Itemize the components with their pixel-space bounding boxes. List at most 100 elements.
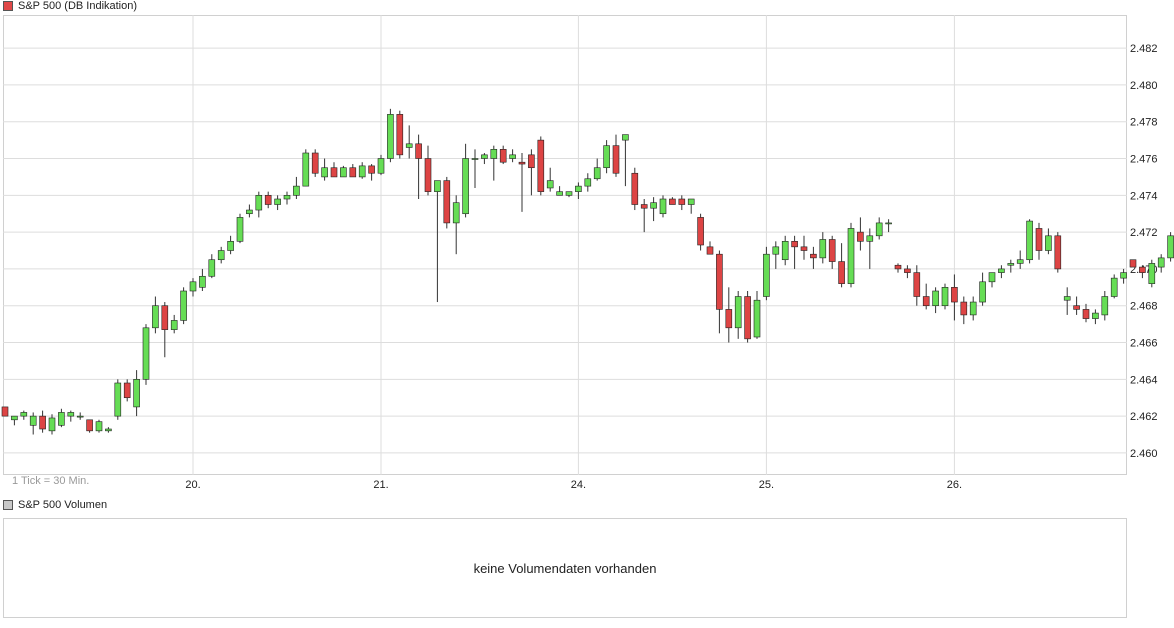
candle-body [1073, 305, 1080, 310]
y-tick-label: 2.466 [1130, 338, 1158, 350]
candle-body [734, 296, 742, 329]
candle-body [396, 114, 404, 156]
candle-body [1092, 312, 1099, 319]
candle-body [199, 275, 206, 288]
y-tick-label: 2.476 [1130, 154, 1158, 166]
candle-body [828, 239, 836, 262]
candle-body [913, 272, 921, 297]
candle-body [1157, 257, 1165, 268]
candle-body [706, 246, 714, 255]
candle-body [405, 143, 413, 148]
candle-body [763, 253, 770, 297]
candle-body [340, 167, 347, 178]
candle-body [349, 167, 357, 178]
candle-body [725, 309, 733, 329]
candle-body [678, 198, 686, 205]
candle-body [631, 172, 639, 205]
candle-body [650, 202, 657, 209]
y-tick-label: 2.460 [1130, 448, 1158, 460]
candle-body [969, 301, 977, 316]
candle-body [142, 327, 150, 380]
candle-body [377, 158, 385, 174]
candle-body [208, 259, 216, 277]
candle-body [537, 139, 545, 192]
candle-body [612, 145, 620, 174]
x-tick-label: 26. [947, 479, 962, 491]
candle-body [781, 241, 789, 261]
candle-body [744, 296, 751, 340]
candle-body [847, 228, 855, 284]
candle-body [1082, 309, 1090, 319]
candle-body [1167, 235, 1174, 259]
candle-body [1120, 272, 1127, 279]
x-tick-label: 20. [185, 479, 200, 491]
candle-body [255, 195, 263, 211]
volume-legend-label: S&P 500 Volumen [18, 499, 108, 511]
candle-body [452, 202, 460, 224]
candle-body [885, 222, 892, 225]
y-tick-label: 2.482 [1130, 43, 1158, 55]
x-tick-label: 25. [759, 479, 774, 491]
candle-body [95, 421, 103, 432]
y-tick-label: 2.474 [1130, 190, 1158, 202]
y-tick-label: 2.480 [1130, 80, 1158, 92]
candle-body [58, 412, 65, 426]
candle-body [875, 222, 883, 237]
candle-body [48, 417, 56, 432]
candle-body [123, 382, 131, 399]
volume-legend-swatch [3, 500, 13, 510]
candle-body [170, 320, 178, 330]
candle-body [499, 149, 507, 163]
candle-body [810, 253, 817, 259]
candle-body [415, 143, 422, 159]
candle-body [358, 165, 366, 178]
candle-body [687, 198, 695, 205]
y-tick-label: 2.472 [1130, 227, 1158, 239]
candle-body [772, 246, 780, 255]
candle-body [236, 217, 244, 242]
candle-body [951, 287, 958, 303]
candle-body [1129, 259, 1137, 268]
candle-body [894, 264, 902, 270]
candle-body [659, 198, 667, 215]
candle-body [462, 158, 469, 215]
candle-body [1035, 228, 1043, 251]
candle-body [39, 415, 46, 430]
candle-body [622, 134, 629, 141]
candle-body [180, 290, 187, 321]
candle-body [593, 167, 601, 180]
candle-body [528, 154, 535, 169]
candle-body [424, 158, 432, 192]
volume-legend: S&P 500 Volumen [3, 499, 107, 511]
candle-body [941, 287, 949, 307]
candle-body [321, 167, 328, 178]
candle-body [161, 305, 169, 330]
candle-body [11, 415, 18, 421]
candle-body [20, 412, 28, 417]
candle-body [1063, 296, 1071, 301]
candle-body [1045, 235, 1052, 251]
candle-body [29, 415, 37, 426]
candle-body [443, 180, 451, 224]
candle-body [274, 198, 281, 205]
candle-body [1110, 277, 1118, 297]
candle-body [640, 204, 648, 209]
candle-body [866, 235, 874, 242]
candle-body [434, 180, 441, 192]
candle-body [189, 281, 197, 292]
candle-body [311, 152, 319, 174]
candle-body [922, 296, 930, 307]
candle-body [1016, 259, 1024, 264]
candle-body [904, 268, 911, 273]
y-tick-label: 2.468 [1130, 301, 1158, 313]
candle-body [932, 290, 939, 307]
candle-body [546, 180, 554, 189]
candle-body [791, 241, 798, 248]
y-tick-label: 2.462 [1130, 411, 1158, 423]
candle-body [1139, 266, 1146, 273]
candle-body [217, 250, 225, 261]
candle-body [246, 209, 253, 215]
candle-body [509, 154, 516, 159]
candle-body [76, 415, 84, 418]
candle-body [302, 152, 310, 187]
